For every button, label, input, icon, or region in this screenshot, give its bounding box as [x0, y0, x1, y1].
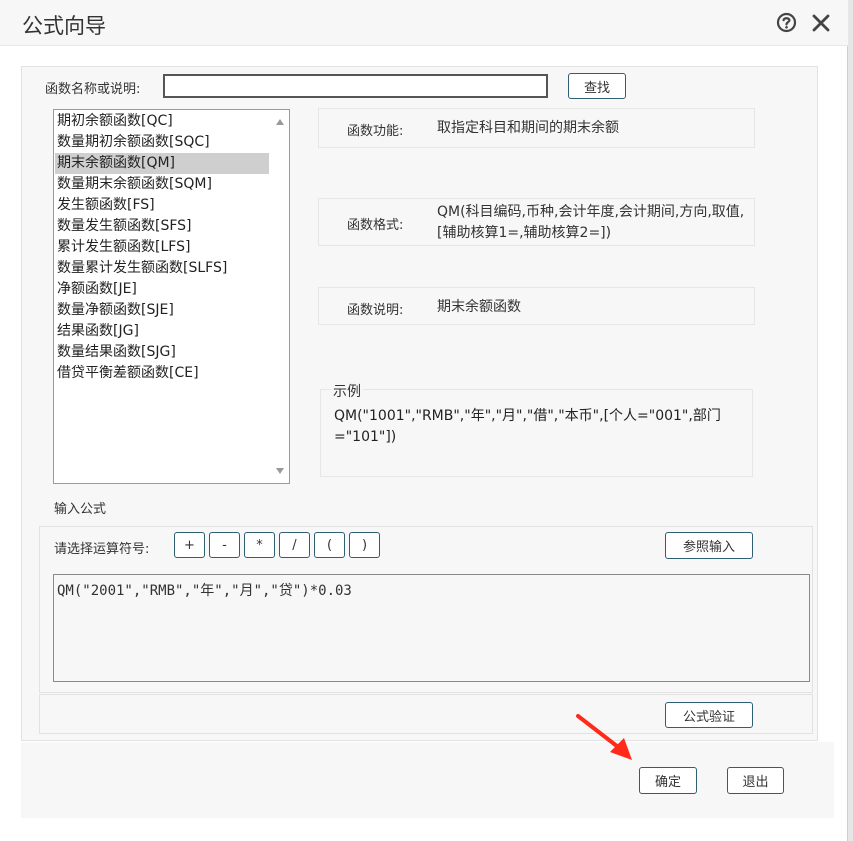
- operator-lparen-button[interactable]: (: [314, 532, 345, 558]
- list-item-lfs[interactable]: 累计发生额函数[LFS]: [55, 237, 269, 258]
- dialog-titlebar: 公式向导: [0, 0, 848, 46]
- operators-label: 请选择运算符号:: [54, 542, 150, 557]
- exit-button[interactable]: 退出: [727, 767, 784, 794]
- search-input[interactable]: [163, 74, 548, 98]
- function-purpose-label: 函数功能:: [347, 124, 404, 139]
- function-format-label: 函数格式:: [347, 218, 404, 233]
- list-item-fs[interactable]: 发生额函数[FS]: [55, 195, 269, 216]
- formula-input[interactable]: QM("2001","RMB","年","月","贷")*0.03: [53, 574, 810, 682]
- formula-wizard-dialog: 公式向导 函数名称或说明: 查找 期初余额函数[QC] 数量期初余额函数[SQC…: [0, 0, 848, 841]
- operator-plus-button[interactable]: +: [174, 532, 205, 558]
- function-format-value: QM(科目编码,币种,会计年度,会计期间,方向,取值,[辅助核算1=,辅助核算2…: [437, 204, 745, 241]
- example-legend: 示例: [331, 381, 363, 401]
- operator-rparen-button[interactable]: ): [349, 532, 380, 558]
- list-item-ce[interactable]: 借贷平衡差额函数[CE]: [55, 363, 269, 384]
- close-icon[interactable]: [811, 13, 831, 33]
- function-purpose-box: 函数功能: 取指定科目和期间的期末余额: [318, 108, 755, 148]
- list-item-qc[interactable]: 期初余额函数[QC]: [55, 111, 269, 132]
- list-item-sjg[interactable]: 数量结果函数[SJG]: [55, 342, 269, 363]
- dialog-footer: [21, 742, 834, 818]
- function-list[interactable]: 期初余额函数[QC] 数量期初余额函数[SQC] 期末余额函数[QM] 数量期末…: [53, 109, 290, 484]
- list-item-sfs[interactable]: 数量发生额函数[SFS]: [55, 216, 269, 237]
- list-item-sqc[interactable]: 数量期初余额函数[SQC]: [55, 132, 269, 153]
- list-item-qm[interactable]: 期末余额函数[QM]: [55, 153, 269, 174]
- dialog-title: 公式向导: [22, 14, 106, 38]
- scroll-down-icon[interactable]: [276, 468, 284, 474]
- reference-input-button[interactable]: 参照输入: [665, 532, 753, 559]
- search-button[interactable]: 查找: [568, 73, 626, 99]
- operator-minus-button[interactable]: -: [209, 532, 240, 558]
- function-desc-value: 期末余额函数: [437, 299, 521, 315]
- list-item-slfs[interactable]: 数量累计发生额函数[SLFS]: [55, 258, 269, 279]
- verify-formula-button[interactable]: 公式验证: [665, 702, 753, 728]
- annotation-arrow-icon: [576, 714, 632, 760]
- help-icon[interactable]: [776, 12, 797, 33]
- example-text: QM("1001","RMB","年","月","借","本币",[个人="00…: [334, 408, 721, 445]
- ok-button[interactable]: 确定: [639, 767, 697, 794]
- operator-divide-button[interactable]: /: [279, 532, 310, 558]
- list-scrollbar[interactable]: [272, 111, 288, 482]
- scroll-up-icon[interactable]: [276, 119, 284, 125]
- function-desc-box: 函数说明: 期末余额函数: [318, 287, 755, 325]
- operator-multiply-button[interactable]: *: [244, 532, 275, 558]
- list-item-sje[interactable]: 数量净额函数[SJE]: [55, 300, 269, 321]
- formula-section-label: 输入公式: [54, 502, 107, 517]
- list-item-sqm[interactable]: 数量期末余额函数[SQM]: [55, 174, 269, 195]
- search-label: 函数名称或说明:: [45, 82, 141, 97]
- function-purpose-value: 取指定科目和期间的期末余额: [437, 120, 619, 136]
- function-desc-label: 函数说明:: [347, 303, 404, 318]
- function-format-box: 函数格式: QM(科目编码,币种,会计年度,会计期间,方向,取值,[辅助核算1=…: [318, 198, 755, 246]
- list-item-jg[interactable]: 结果函数[JG]: [55, 321, 269, 342]
- list-item-je[interactable]: 净额函数[JE]: [55, 279, 269, 300]
